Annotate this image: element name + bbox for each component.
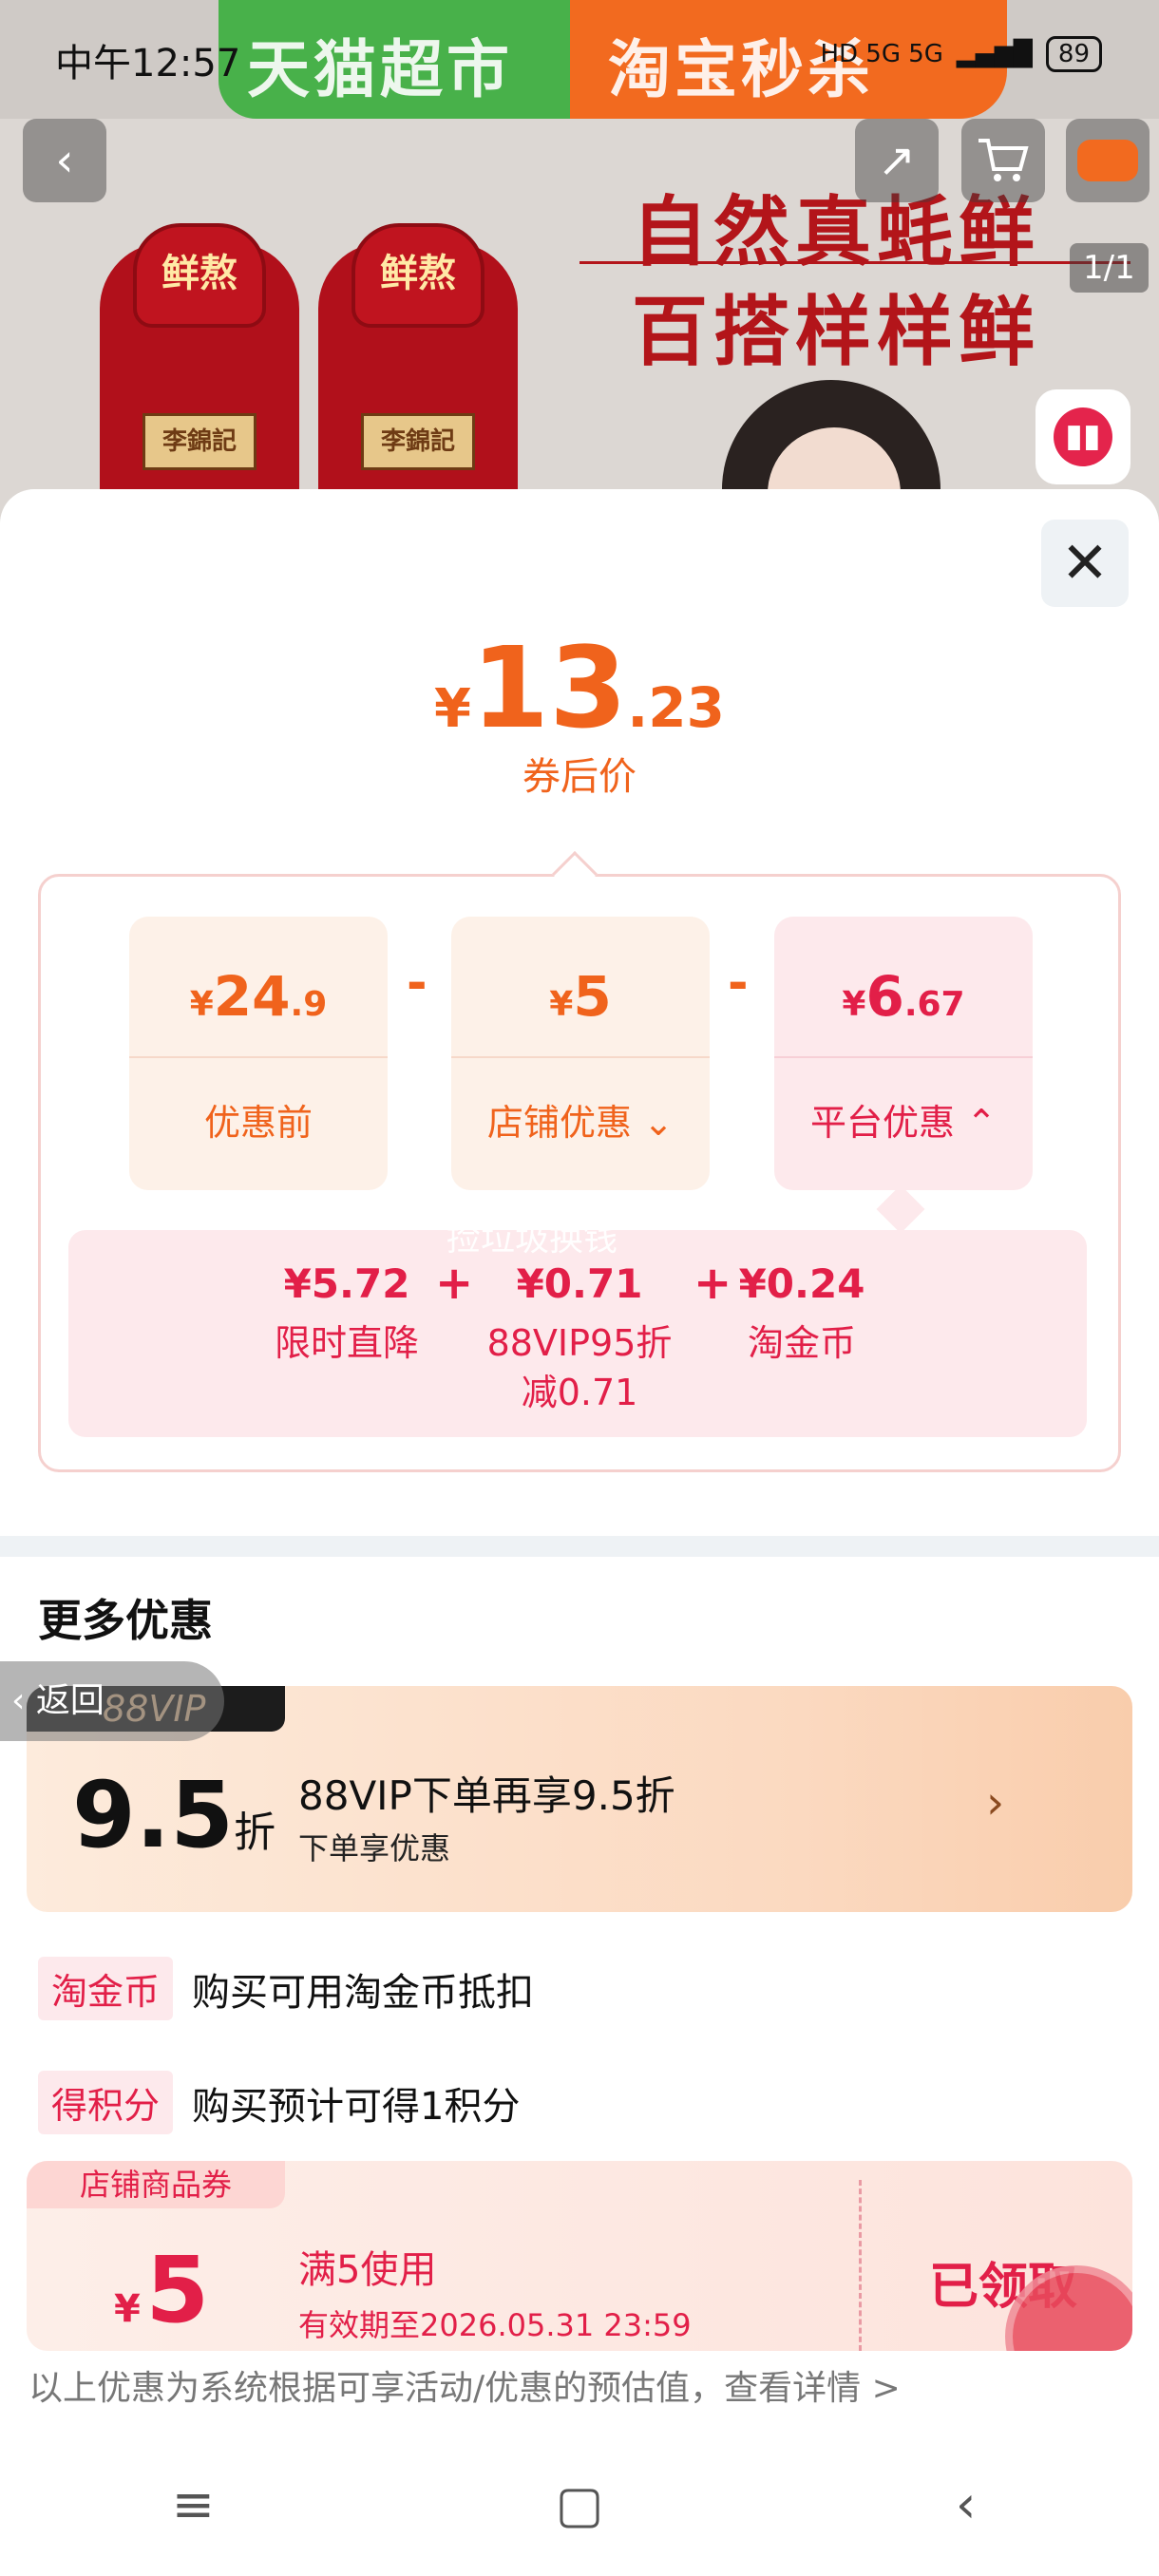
chevron-down-icon: ⌄ xyxy=(643,1102,674,1144)
perk-row: 淘金币 购买可用淘金币抵扣 xyxy=(38,1957,534,2020)
minus-sign: - xyxy=(407,955,428,1012)
perk-tag: 淘金币 xyxy=(38,1957,174,2020)
platform-detail-item: ¥0.71 88VIP95折 减0.71 xyxy=(486,1260,673,1413)
back-icon[interactable]: ‹ xyxy=(23,119,106,202)
store-discount-label: 店铺优惠 xyxy=(487,1102,633,1144)
system-nav-bar: ≡ ▢ ‹ xyxy=(0,2432,1159,2576)
vip-discount-rate: 9.5折 xyxy=(72,1762,276,1868)
original-price-card: ¥24.9 优惠前 xyxy=(129,917,388,1190)
battery-icon: 89 xyxy=(1045,36,1102,72)
final-price: ¥13.23 xyxy=(434,622,725,753)
slogan-divider xyxy=(580,261,1130,264)
perk-tag: 得积分 xyxy=(38,2071,174,2134)
live-bars-icon: ▮▮ xyxy=(1054,407,1112,466)
slogan-line-2: 百搭样样鲜 xyxy=(632,288,1040,376)
discount-detail-sheet: ✕ ¥13.23 券后价 ¥24.9 优惠前 - ¥5 店铺优惠 ⌄ - ¥6.… xyxy=(0,489,1159,2419)
signal-icon: ▂▄▆█ xyxy=(956,40,1033,68)
coupon-amount: ¥ 5 xyxy=(114,2237,210,2343)
chevron-right-icon: › xyxy=(986,1776,1005,1829)
share-icon[interactable]: ↗ xyxy=(855,119,939,202)
more-icon[interactable] xyxy=(1066,119,1150,202)
perk-text: 购买预计可得1积分 xyxy=(192,2084,521,2129)
status-time: 中午12:57 xyxy=(55,42,241,85)
network-indicator: HD 5G 5G xyxy=(820,40,943,68)
minus-sign: - xyxy=(728,955,749,1012)
store-discount-card[interactable]: ¥5 店铺优惠 ⌄ xyxy=(451,917,710,1190)
status-indicators: HD 5G 5G ▂▄▆█ 89 xyxy=(820,36,1102,72)
live-entry-button[interactable]: ▮▮ xyxy=(1036,389,1130,484)
plus-sign: + xyxy=(435,1257,474,1310)
perk-text: 购买可用淘金币抵扣 xyxy=(192,1970,535,2015)
platform-discount-label: 平台优惠 xyxy=(810,1102,956,1144)
coupon-tag: 店铺商品券 xyxy=(27,2161,285,2208)
floating-back-button[interactable]: ‹ 返回 xyxy=(0,1661,224,1741)
home-icon[interactable]: ▢ xyxy=(522,2456,636,2551)
vip-offer-title: 88VIP下单再享9.5折 xyxy=(298,1772,675,1819)
coupon-divider xyxy=(859,2180,862,2351)
coupon-condition: 满5使用 xyxy=(298,2248,437,2292)
final-price-label: 券后价 xyxy=(522,755,636,799)
platform-detail-item: ¥5.72 限时直降 xyxy=(274,1260,419,1364)
platform-detail-item: ¥0.24 淘金币 xyxy=(738,1260,865,1364)
watermark-text: 捡垃圾换钱 xyxy=(446,1220,618,1259)
more-offers-title: 更多优惠 xyxy=(38,1595,213,1646)
perk-row: 得积分 购买预计可得1积分 xyxy=(38,2071,520,2134)
disclaimer-link[interactable]: 以上优惠为系统根据可享活动/优惠的预估值，查看详情 > xyxy=(28,2360,901,2410)
section-divider xyxy=(0,1536,1159,1557)
platform-discount-card[interactable]: ¥6.67 平台优惠 ⌃ xyxy=(774,917,1033,1190)
chevron-up-icon: ⌃ xyxy=(966,1102,997,1144)
back-nav-icon[interactable]: ‹ xyxy=(909,2456,1023,2551)
image-page-indicator: 1/1 xyxy=(1070,243,1149,293)
menu-icon[interactable]: ≡ xyxy=(136,2456,250,2551)
close-icon[interactable]: ✕ xyxy=(1041,520,1129,607)
original-price-label: 优惠前 xyxy=(203,1102,313,1144)
vip-offer-subtitle: 下单享优惠 xyxy=(298,1830,451,1866)
plus-sign: + xyxy=(694,1257,732,1310)
status-bar: 中午12:57 HD 5G 5G ▂▄▆█ 89 xyxy=(0,0,1159,112)
store-coupon-card[interactable]: 店铺商品券 ¥ 5 满5使用 有效期至2026.05.31 23:59 已领取 xyxy=(27,2161,1132,2351)
chevron-left-icon: ‹ xyxy=(11,1681,36,1720)
cart-icon[interactable] xyxy=(961,119,1045,202)
coupon-expiry: 有效期至2026.05.31 23:59 xyxy=(298,2307,692,2343)
